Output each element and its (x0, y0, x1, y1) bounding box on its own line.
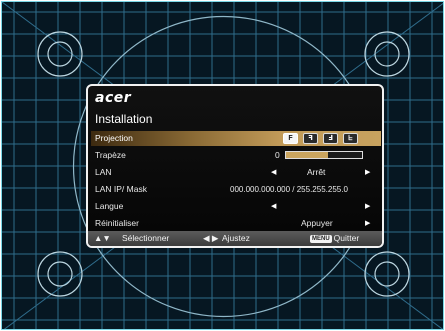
menu-title: Installation (95, 112, 153, 126)
reset-value: Appuyer (301, 218, 333, 228)
front-projection-icon[interactable]: F (283, 133, 298, 144)
arrow-right-icon[interactable]: ▶ (365, 199, 370, 214)
corner-circle-outer (364, 251, 410, 297)
menu-item-reset[interactable]: Réinitialiser Appuyer ▶ (91, 216, 381, 231)
acer-logo: acer (95, 90, 132, 106)
corner-circle-inner (47, 261, 73, 287)
arrow-right-icon[interactable]: ▶ (365, 165, 370, 180)
lan-ip-mask-value: 000.000.000.000 / 255.255.255.0 (230, 185, 348, 194)
menu-item-lan[interactable]: LAN ◀ Arrêt ▶ (91, 165, 381, 180)
menu-key-icon: MENU (310, 235, 332, 243)
menu-item-label: Réinitialiser (95, 218, 139, 228)
menu-item-label: Projection (95, 133, 133, 143)
menu-item-lan-ip-mask[interactable]: LAN IP/ Mask 000.000.000.000 / 255.255.2… (91, 182, 381, 197)
lan-value: Arrêt (307, 167, 326, 177)
rear-ceiling-projection-icon[interactable]: ᖶ (343, 133, 358, 144)
menu-item-label: Langue (95, 201, 124, 211)
footer-adjust-hint: Ajustez (222, 233, 250, 243)
corner-circle-outer (364, 31, 410, 77)
arrow-right-icon[interactable]: ▶ (365, 216, 370, 231)
keystone-value: 0 (275, 150, 280, 160)
menu-item-label: LAN IP/ Mask (95, 184, 147, 194)
menu-item-projection[interactable]: Projection F ꟻ Ⅎ ᖶ (91, 131, 381, 146)
rear-projection-icon[interactable]: ꟻ (303, 133, 318, 144)
keystone-slider[interactable] (285, 151, 363, 159)
osd-menu: acer Installation Projection F ꟻ Ⅎ ᖶ Tra… (86, 84, 384, 248)
corner-circle-outer (37, 251, 83, 297)
menu-item-keystone[interactable]: Trapèze 0 (91, 148, 381, 163)
footer-quit-label: Quitter (333, 233, 360, 243)
keystone-slider-fill (286, 152, 328, 158)
menu-item-label: Trapèze (95, 150, 126, 160)
corner-circle-outer (37, 31, 83, 77)
menu-item-label: LAN (95, 167, 112, 177)
up-down-arrows-icon: ▲▼ (94, 233, 111, 243)
projector-screen: acer Installation Projection F ꟻ Ⅎ ᖶ Tra… (1, 1, 444, 330)
corner-circle-inner (374, 261, 400, 287)
footer-quit-hint: MENU Quitter (310, 231, 359, 246)
menu-item-language[interactable]: Langue ◀ ▶ (91, 199, 381, 214)
footer-select-hint: Sélectionner (122, 233, 170, 243)
arrow-left-icon[interactable]: ◀ (271, 165, 276, 180)
left-right-arrows-icon: ◀ ▶ (203, 233, 219, 243)
osd-footer: ▲▼ Sélectionner ◀ ▶ Ajustez MENU Quitter (88, 231, 382, 246)
ceiling-projection-icon[interactable]: Ⅎ (323, 133, 338, 144)
arrow-left-icon[interactable]: ◀ (271, 199, 276, 214)
